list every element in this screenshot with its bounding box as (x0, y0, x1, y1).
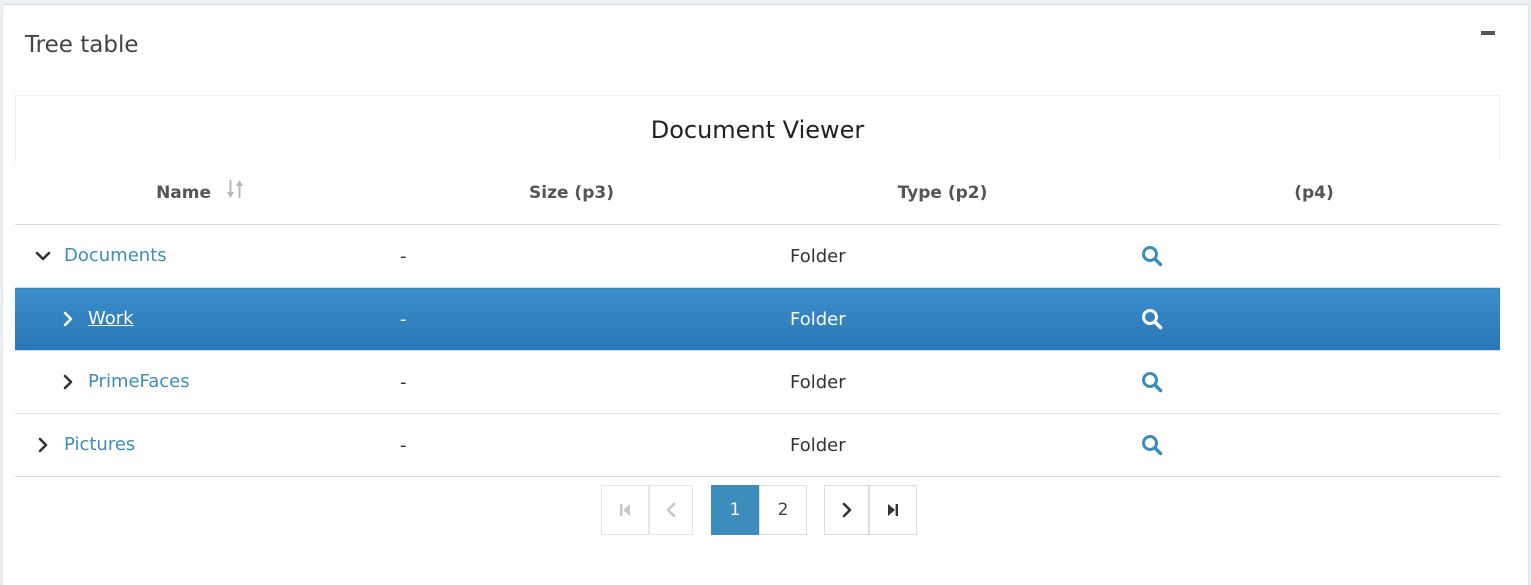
search-icon[interactable] (1141, 308, 1163, 330)
tree-table: Document Viewer Name Size (p3) Type (p2)… (15, 95, 1500, 477)
action-cell (1128, 413, 1500, 477)
column-header-size[interactable]: Size (p3) (386, 161, 757, 225)
size-cell: - (386, 413, 757, 477)
table-row[interactable]: Documents - Folder (15, 224, 1500, 288)
page-1-button[interactable]: 1 (711, 485, 759, 535)
action-cell (1128, 350, 1500, 414)
name-cell: PrimeFaces (15, 350, 386, 414)
column-header-name[interactable]: Name (15, 161, 386, 225)
column-header-type[interactable]: Type (p2) (757, 161, 1128, 225)
chevron-right-icon[interactable] (60, 311, 76, 327)
last-page-icon (888, 504, 898, 516)
column-header-row: Name Size (p3) Type (p2) (p4) (15, 161, 1500, 225)
next-page-button[interactable] (824, 485, 869, 535)
action-cell (1128, 224, 1500, 288)
action-cell (1128, 287, 1500, 351)
first-page-icon (620, 504, 630, 516)
search-icon[interactable] (1141, 245, 1163, 267)
table-row[interactable]: PrimeFaces - Folder (15, 350, 1500, 414)
size-cell: - (386, 224, 757, 288)
prev-page-icon (666, 502, 676, 518)
last-page-button[interactable] (869, 485, 917, 535)
name-cell: Pictures (15, 413, 386, 477)
name-cell: Documents (15, 224, 386, 288)
node-link[interactable]: PrimeFaces (88, 370, 190, 394)
sort-icon[interactable] (226, 178, 245, 205)
name-cell: Work (15, 287, 386, 351)
column-header-name-label: Name (156, 182, 212, 203)
table-row[interactable]: Pictures - Folder (15, 413, 1500, 477)
tree-table-grid: Name Size (p3) Type (p2) (p4) Documents … (15, 161, 1500, 477)
type-cell: Folder (757, 413, 1128, 477)
first-page-button[interactable] (601, 485, 649, 535)
page-2-button[interactable]: 2 (759, 485, 807, 535)
type-cell: Folder (757, 287, 1128, 351)
node-link[interactable]: Work (88, 307, 134, 331)
chevron-right-icon[interactable] (60, 374, 76, 390)
chevron-right-icon[interactable] (35, 437, 51, 453)
collapse-panel-button[interactable] (1481, 27, 1495, 41)
size-cell: - (386, 350, 757, 414)
panel-title: Tree table (25, 32, 139, 58)
minus-icon (1481, 31, 1495, 35)
type-cell: Folder (757, 350, 1128, 414)
type-cell: Folder (757, 224, 1128, 288)
size-cell: - (386, 287, 757, 351)
column-header-actions: (p4) (1128, 161, 1500, 225)
tree-table-header: Document Viewer (15, 95, 1500, 161)
search-icon[interactable] (1141, 371, 1163, 393)
prev-page-button[interactable] (649, 485, 693, 535)
node-link[interactable]: Documents (64, 244, 167, 268)
search-icon[interactable] (1141, 434, 1163, 456)
table-row-selected[interactable]: Work - Folder (15, 287, 1500, 351)
node-link[interactable]: Pictures (64, 433, 135, 457)
chevron-down-icon[interactable] (35, 248, 51, 264)
next-page-icon (842, 502, 851, 518)
